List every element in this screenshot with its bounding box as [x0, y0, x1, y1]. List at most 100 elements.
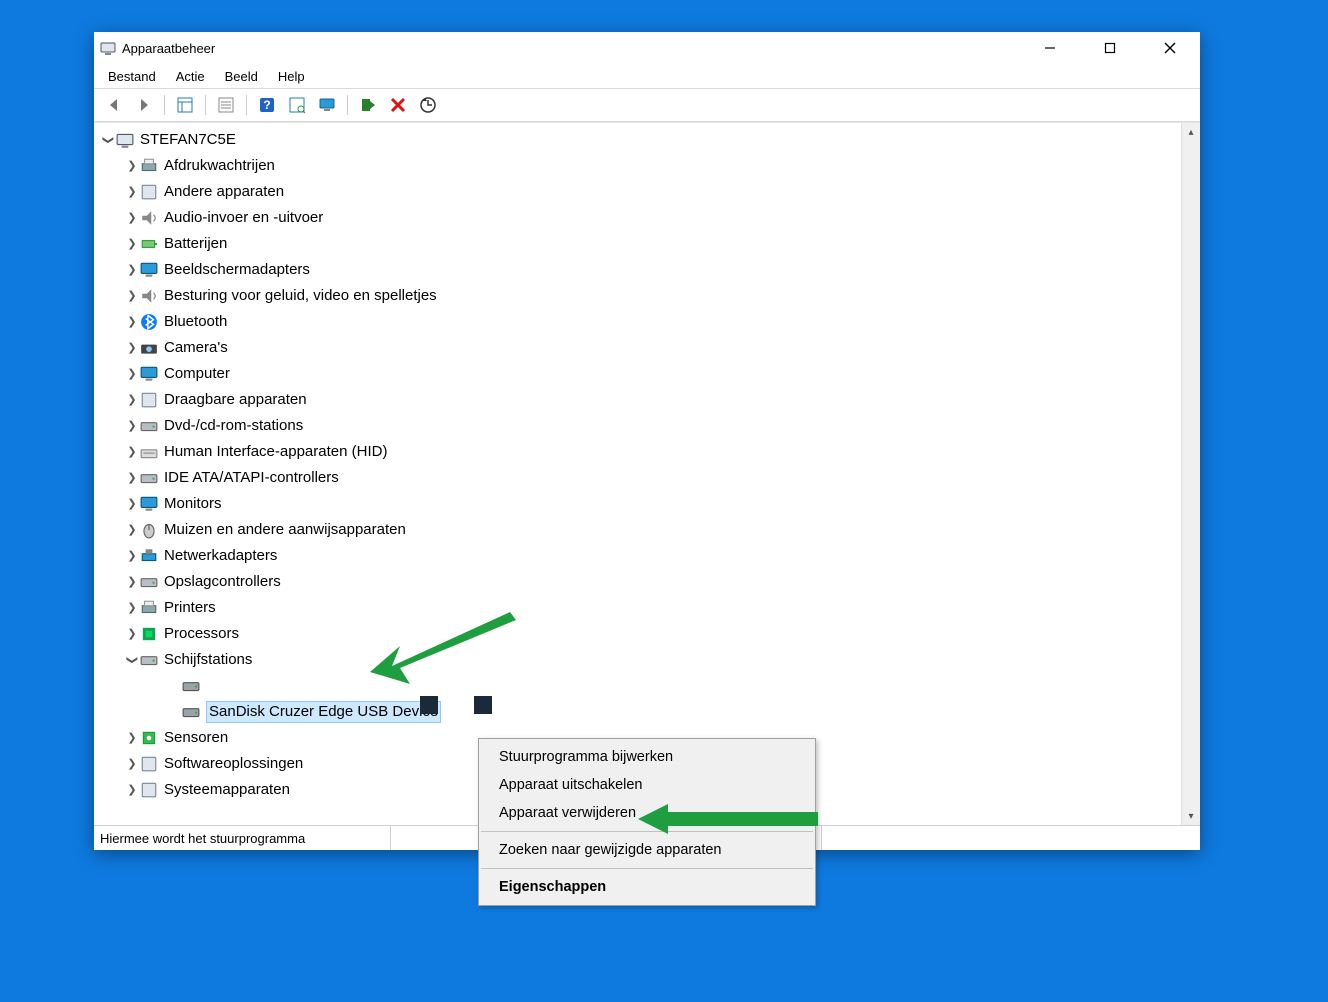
chevron-icon[interactable]: [124, 263, 140, 277]
chevron-icon[interactable]: [124, 757, 140, 771]
tree-item-label: Afdrukwachtrijen: [164, 156, 275, 176]
monitor-button[interactable]: [313, 91, 341, 119]
chevron-icon[interactable]: [124, 783, 140, 797]
tree-category[interactable]: Batterijen: [94, 231, 1181, 257]
uninstall-device-button[interactable]: [384, 91, 412, 119]
category-icon: [140, 755, 158, 773]
chevron-icon[interactable]: [124, 419, 140, 433]
tree-root[interactable]: STEFAN7C5E: [94, 127, 1181, 153]
show-hide-tree-button[interactable]: [171, 91, 199, 119]
tree-device[interactable]: [94, 673, 1181, 699]
category-icon: [140, 729, 158, 747]
tree-category[interactable]: Computer: [94, 361, 1181, 387]
chevron-icon[interactable]: [124, 653, 140, 667]
chevron-icon[interactable]: [124, 523, 140, 537]
tree-item-label: Opslagcontrollers: [164, 572, 281, 592]
tree-category[interactable]: Camera's: [94, 335, 1181, 361]
tree-item-label: Dvd-/cd-rom-stations: [164, 416, 303, 436]
tree-item-label: STEFAN7C5E: [140, 130, 236, 150]
category-icon: [140, 547, 158, 565]
chevron-icon[interactable]: [124, 497, 140, 511]
context-menu-item[interactable]: Apparaat uitschakelen: [479, 771, 815, 799]
context-menu-item[interactable]: Stuurprogramma bijwerken: [479, 743, 815, 771]
context-menu-item[interactable]: Zoeken naar gewijzigde apparaten: [479, 836, 815, 864]
chevron-icon[interactable]: [124, 367, 140, 381]
context-menu-item[interactable]: Apparaat verwijderen: [479, 799, 815, 827]
tree-category[interactable]: IDE ATA/ATAPI-controllers: [94, 465, 1181, 491]
menubar: Bestand Actie Beeld Help: [94, 64, 1200, 89]
context-menu-separator: [481, 868, 813, 869]
tree-category[interactable]: Bluetooth: [94, 309, 1181, 335]
chevron-icon[interactable]: [124, 159, 140, 173]
tree-category[interactable]: Opslagcontrollers: [94, 569, 1181, 595]
scroll-down-icon[interactable]: ▾: [1182, 807, 1200, 825]
device-tree[interactable]: STEFAN7C5E Afdrukwachtrijen Andere apparat…: [94, 123, 1181, 825]
close-button[interactable]: [1140, 32, 1200, 64]
tree-category[interactable]: Audio-invoer en -uitvoer: [94, 205, 1181, 231]
help-button[interactable]: ?: [253, 91, 281, 119]
window-title: Apparaatbeheer: [122, 41, 215, 56]
tree-item-label: SanDisk Cruzer Edge USB Device: [206, 701, 441, 723]
maximize-button[interactable]: [1080, 32, 1140, 64]
chevron-icon[interactable]: [124, 185, 140, 199]
menu-beeld[interactable]: Beeld: [215, 67, 268, 86]
category-icon: [140, 209, 158, 227]
scroll-up-icon[interactable]: ▴: [1182, 123, 1200, 141]
toolbar-sep: [347, 95, 348, 115]
chevron-icon[interactable]: [124, 393, 140, 407]
tree-item-label: Processors: [164, 624, 239, 644]
redaction-square: [420, 696, 438, 714]
drive-icon: [182, 703, 200, 721]
back-button[interactable]: [100, 91, 128, 119]
chevron-icon[interactable]: [124, 575, 140, 589]
category-icon: [140, 495, 158, 513]
chevron-icon[interactable]: [124, 549, 140, 563]
tree-category[interactable]: Draagbare apparaten: [94, 387, 1181, 413]
minimize-button[interactable]: [1020, 32, 1080, 64]
toolbar: ?: [94, 89, 1200, 122]
tree-device[interactable]: SanDisk Cruzer Edge USB Device: [94, 699, 1181, 725]
window-controls: [1020, 32, 1200, 64]
chevron-icon[interactable]: [124, 471, 140, 485]
tree-category[interactable]: Monitors: [94, 491, 1181, 517]
scrollbar[interactable]: ▴ ▾: [1181, 123, 1200, 825]
menu-help[interactable]: Help: [268, 67, 315, 86]
tree-category[interactable]: Muizen en andere aanwijsapparaten: [94, 517, 1181, 543]
update-driver-button[interactable]: [414, 91, 442, 119]
chevron-icon[interactable]: [124, 211, 140, 225]
scan-hardware-button[interactable]: [283, 91, 311, 119]
chevron-icon[interactable]: [124, 731, 140, 745]
tree-category[interactable]: Andere apparaten: [94, 179, 1181, 205]
forward-button[interactable]: [130, 91, 158, 119]
tree-category[interactable]: Netwerkadapters: [94, 543, 1181, 569]
chevron-icon[interactable]: [124, 315, 140, 329]
chevron-icon[interactable]: [124, 289, 140, 303]
chevron-icon[interactable]: [100, 133, 116, 147]
category-icon: [140, 287, 158, 305]
tree-category[interactable]: Dvd-/cd-rom-stations: [94, 413, 1181, 439]
tree-category[interactable]: Human Interface-apparaten (HID): [94, 439, 1181, 465]
tree-item-label: Systeemapparaten: [164, 780, 290, 800]
tree-category[interactable]: Beeldschermadapters: [94, 257, 1181, 283]
menu-actie[interactable]: Actie: [166, 67, 215, 86]
chevron-icon[interactable]: [124, 237, 140, 251]
tree-category[interactable]: Besturing voor geluid, video en spelletj…: [94, 283, 1181, 309]
menu-bestand[interactable]: Bestand: [98, 67, 166, 86]
chevron-icon[interactable]: [124, 601, 140, 615]
properties-list-button[interactable]: [212, 91, 240, 119]
category-icon: [140, 651, 158, 669]
tree-category[interactable]: Processors: [94, 621, 1181, 647]
enable-device-button[interactable]: [354, 91, 382, 119]
tree-item-label: Muizen en andere aanwijsapparaten: [164, 520, 406, 540]
category-icon: [140, 313, 158, 331]
context-menu-item[interactable]: Eigenschappen: [479, 873, 815, 901]
tree-category[interactable]: Afdrukwachtrijen: [94, 153, 1181, 179]
chevron-icon[interactable]: [124, 341, 140, 355]
tree-category[interactable]: Schijfstations: [94, 647, 1181, 673]
chevron-icon[interactable]: [124, 627, 140, 641]
tree-item-label: Schijfstations: [164, 650, 252, 670]
chevron-icon[interactable]: [124, 445, 140, 459]
category-icon: [140, 599, 158, 617]
tree-category[interactable]: Printers: [94, 595, 1181, 621]
tree-item-label: IDE ATA/ATAPI-controllers: [164, 468, 339, 488]
